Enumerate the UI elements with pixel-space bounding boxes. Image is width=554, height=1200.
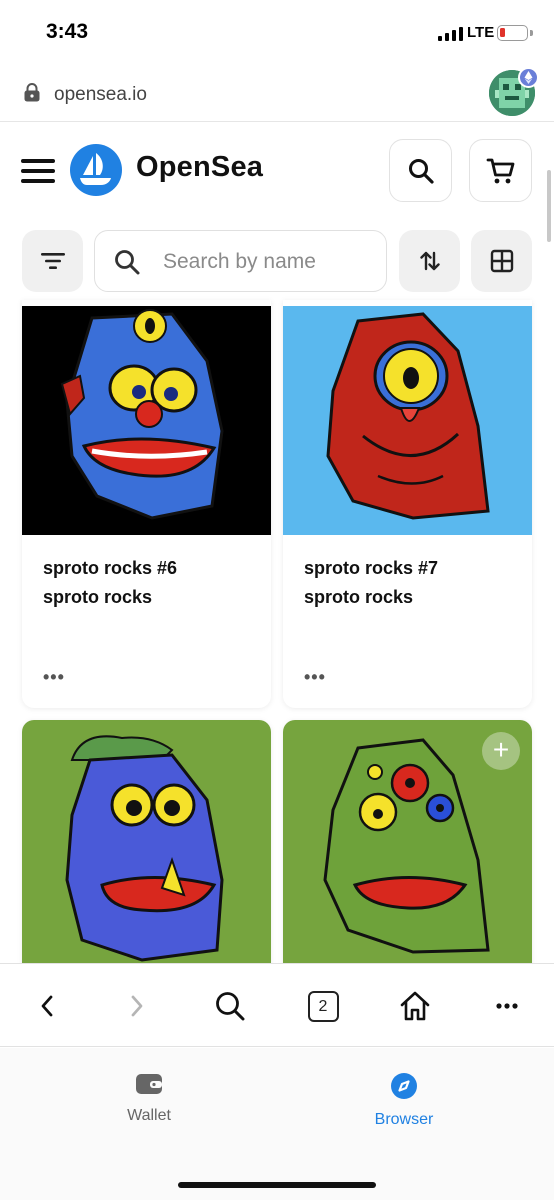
card-body: sproto rocks #7 sproto rocks ••• bbox=[283, 535, 532, 708]
sort-button[interactable] bbox=[399, 230, 460, 292]
search-button[interactable] bbox=[389, 139, 452, 202]
chevron-left-icon bbox=[41, 995, 53, 1017]
tab-label-browser: Browser bbox=[374, 1111, 434, 1128]
battery-tip bbox=[530, 30, 533, 36]
ellipsis-icon bbox=[496, 1003, 518, 1009]
browser-search-button[interactable] bbox=[212, 986, 248, 1026]
status-time: 3:43 bbox=[46, 20, 89, 43]
url-bar[interactable]: opensea.io bbox=[0, 62, 554, 122]
grid-icon bbox=[490, 249, 513, 273]
back-button[interactable] bbox=[30, 986, 64, 1026]
cart-button[interactable] bbox=[469, 139, 532, 202]
wallet-icon bbox=[136, 1074, 162, 1094]
cart-icon bbox=[486, 158, 514, 183]
tab-label-wallet: Wallet bbox=[127, 1107, 171, 1124]
more-button[interactable] bbox=[490, 986, 524, 1026]
tabs-button[interactable]: 2 bbox=[306, 986, 340, 1026]
nft-collection[interactable]: sproto rocks bbox=[304, 587, 413, 608]
menu-icon[interactable] bbox=[21, 159, 55, 183]
search-icon bbox=[216, 992, 245, 1021]
filter-icon bbox=[40, 253, 65, 269]
chevron-right-icon bbox=[131, 995, 143, 1017]
battery-icon bbox=[497, 25, 528, 41]
brand-name[interactable]: OpenSea bbox=[136, 151, 263, 184]
filter-bar bbox=[0, 228, 554, 296]
opensea-logo-icon[interactable] bbox=[70, 144, 122, 196]
search-field[interactable] bbox=[94, 230, 387, 292]
status-bar: 3:43 LTE bbox=[0, 0, 554, 60]
nft-title[interactable]: sproto rocks #7 bbox=[304, 558, 438, 579]
sort-arrows-icon bbox=[419, 251, 440, 271]
card-body: sproto rocks #6 sproto rocks ••• bbox=[22, 535, 271, 708]
nft-image[interactable] bbox=[22, 720, 271, 980]
nft-image[interactable] bbox=[22, 306, 271, 535]
search-input[interactable] bbox=[163, 245, 373, 279]
nft-card[interactable]: sproto rocks #7 sproto rocks ••• bbox=[283, 300, 532, 708]
home-icon bbox=[400, 991, 430, 1021]
nft-card[interactable]: sproto rocks #6 sproto rocks ••• bbox=[22, 300, 271, 708]
ethereum-badge-icon bbox=[518, 67, 539, 88]
nft-image[interactable] bbox=[283, 306, 532, 535]
signal-icon bbox=[438, 26, 463, 41]
forward-button[interactable] bbox=[120, 986, 154, 1026]
search-icon bbox=[408, 158, 434, 184]
more-options-button[interactable]: ••• bbox=[304, 667, 326, 688]
nft-card[interactable] bbox=[22, 720, 271, 980]
tab-browser[interactable]: Browser bbox=[324, 1072, 484, 1129]
nft-collection[interactable]: sproto rocks bbox=[43, 587, 152, 608]
filter-button[interactable] bbox=[22, 230, 83, 292]
tab-wallet[interactable]: Wallet bbox=[69, 1072, 229, 1125]
site-header: OpenSea bbox=[0, 124, 554, 214]
lock-icon bbox=[24, 83, 40, 102]
nft-title[interactable]: sproto rocks #6 bbox=[43, 558, 177, 579]
add-to-cart-button[interactable]: + bbox=[482, 732, 520, 770]
nft-card[interactable]: + bbox=[283, 720, 532, 980]
browser-toolbar: 2 bbox=[0, 963, 554, 1047]
home-indicator[interactable] bbox=[178, 1182, 376, 1188]
tab-count: 2 bbox=[307, 990, 339, 1022]
bottom-tab-bar: Wallet Browser bbox=[0, 1048, 554, 1200]
network-label: LTE bbox=[467, 24, 495, 41]
url-text[interactable]: opensea.io bbox=[54, 84, 147, 106]
home-button[interactable] bbox=[397, 986, 433, 1026]
more-options-button[interactable]: ••• bbox=[43, 667, 65, 688]
search-icon bbox=[115, 250, 140, 275]
compass-icon bbox=[391, 1073, 417, 1099]
grid-view-button[interactable] bbox=[471, 230, 532, 292]
